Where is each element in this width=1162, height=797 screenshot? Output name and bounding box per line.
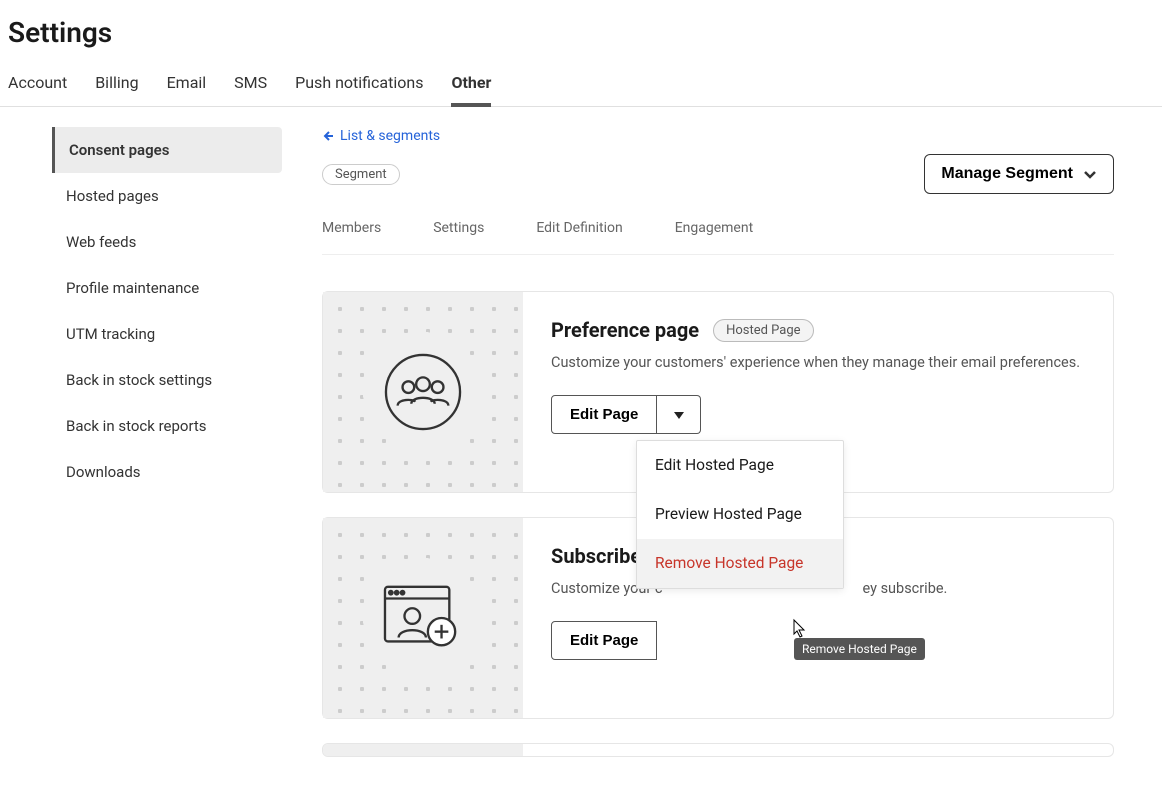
caret-down-icon — [672, 408, 686, 422]
edit-page-dropdown: Edit Hosted Page Preview Hosted Page Rem… — [636, 440, 844, 589]
arrow-left-icon — [322, 130, 334, 142]
sub-tabs: Members Settings Edit Definition Engagem… — [322, 214, 1114, 255]
tab-account[interactable]: Account — [8, 65, 67, 106]
sidebar-item-back-in-stock-reports[interactable]: Back in stock reports — [52, 403, 282, 449]
people-icon — [384, 353, 462, 431]
tab-billing[interactable]: Billing — [95, 65, 138, 106]
chevron-down-icon — [1083, 167, 1097, 181]
sidebar-item-consent-pages[interactable]: Consent pages — [52, 127, 282, 173]
edit-page-caret-button[interactable] — [657, 395, 701, 434]
dropdown-item-remove-hosted[interactable]: Remove Hosted Page — [637, 539, 843, 588]
preference-page-card: Preference page Hosted Page Customize yo… — [322, 291, 1114, 493]
sidebar: Consent pages Hosted pages Web feeds Pro… — [0, 127, 282, 797]
card-title: Preference page — [551, 318, 699, 342]
tab-sms[interactable]: SMS — [234, 65, 267, 106]
partial-card — [322, 743, 1114, 757]
back-link[interactable]: List & segments — [322, 128, 440, 144]
card-description: Customize your customers' experience whe… — [551, 352, 1085, 373]
sub-tab-settings[interactable]: Settings — [433, 220, 484, 236]
manage-segment-label: Manage Segment — [941, 165, 1073, 183]
segment-badge: Segment — [322, 164, 400, 185]
edit-page-button[interactable]: Edit Page — [551, 621, 657, 660]
sub-tab-engagement[interactable]: Engagement — [675, 220, 753, 236]
sidebar-item-downloads[interactable]: Downloads — [52, 449, 282, 495]
edit-page-button[interactable]: Edit Page — [551, 395, 657, 434]
sidebar-item-web-feeds[interactable]: Web feeds — [52, 219, 282, 265]
browser-person-plus-icon — [378, 579, 468, 657]
sidebar-item-utm-tracking[interactable]: UTM tracking — [52, 311, 282, 357]
sub-tab-edit-definition[interactable]: Edit Definition — [536, 220, 622, 236]
hosted-page-badge: Hosted Page — [713, 319, 814, 342]
sidebar-item-hosted-pages[interactable]: Hosted pages — [52, 173, 282, 219]
card-icon-area — [323, 744, 523, 757]
tab-email[interactable]: Email — [167, 65, 207, 106]
sidebar-item-back-in-stock-settings[interactable]: Back in stock settings — [52, 357, 282, 403]
card-icon-area — [323, 518, 523, 718]
tab-push[interactable]: Push notifications — [295, 65, 423, 106]
dropdown-item-edit-hosted[interactable]: Edit Hosted Page — [637, 441, 843, 490]
page-title: Settings — [0, 0, 1162, 65]
dropdown-item-preview-hosted[interactable]: Preview Hosted Page — [637, 490, 843, 539]
tab-other[interactable]: Other — [451, 65, 491, 106]
sidebar-item-profile-maintenance[interactable]: Profile maintenance — [52, 265, 282, 311]
cursor-icon — [789, 618, 807, 640]
top-tabs: Account Billing Email SMS Push notificat… — [0, 65, 1162, 107]
back-link-label: List & segments — [340, 128, 440, 144]
tooltip: Remove Hosted Page — [794, 638, 925, 660]
manage-segment-button[interactable]: Manage Segment — [924, 154, 1114, 194]
sub-tab-members[interactable]: Members — [322, 220, 381, 236]
card-icon-area — [323, 292, 523, 492]
